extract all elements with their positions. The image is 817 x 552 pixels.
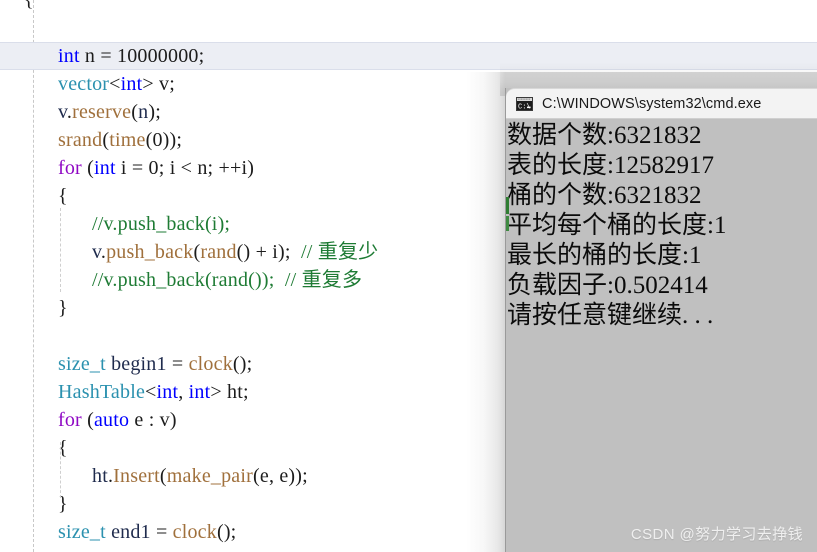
code-token: reserve bbox=[72, 101, 132, 123]
code-token: //v.push_back(rand()); // 重复多 bbox=[92, 269, 363, 291]
console-output-area[interactable]: 数据个数:6321832 表的长度:12582917 桶的个数:6321832 平均每… bbox=[506, 119, 817, 552]
code-token: (); bbox=[216, 521, 237, 543]
code-token: ); bbox=[148, 101, 161, 123]
code-token: rand bbox=[200, 241, 237, 263]
code-token: n = bbox=[79, 45, 117, 67]
code-token: srand bbox=[58, 129, 103, 151]
code-token: 10000000 bbox=[117, 45, 199, 67]
console-line: 最长的桶的长度:1 bbox=[507, 242, 702, 269]
code-token: vector bbox=[58, 73, 110, 95]
console-line: 平均每个桶的长度:1 bbox=[507, 212, 727, 239]
code-token: ( bbox=[81, 409, 94, 431]
code-token: ( bbox=[159, 465, 167, 487]
console-titlebar[interactable]: C:\ C:\WINDOWS\system32\cmd.exe bbox=[506, 88, 817, 119]
code-token: HashTable bbox=[58, 381, 146, 403]
code-token: 0 bbox=[152, 129, 163, 151]
code-token: clock bbox=[188, 353, 233, 375]
code-token: n bbox=[138, 101, 149, 123]
code-token: = bbox=[166, 353, 189, 375]
code-token: < bbox=[109, 73, 121, 95]
code-token: > ht; bbox=[210, 381, 249, 403]
console-line: 桶的个数:6321832 bbox=[507, 182, 702, 209]
console-cursor-artifact-2 bbox=[506, 216, 509, 231]
screenshot-root: { int n = 10000000; vector<int> v; v.reser… bbox=[0, 0, 817, 552]
code-token: push_back bbox=[106, 241, 194, 263]
code-token: int bbox=[93, 157, 116, 179]
code-token: { bbox=[58, 185, 68, 207]
console-cursor-artifact bbox=[506, 197, 509, 214]
code-token: ht bbox=[92, 465, 108, 487]
code-token: begin1 bbox=[111, 353, 167, 375]
code-line[interactable]: { bbox=[0, 0, 817, 14]
code-token: < bbox=[145, 381, 157, 403]
code-token: = bbox=[150, 521, 173, 543]
console-title-text: C:\WINDOWS\system32\cmd.exe bbox=[542, 96, 762, 112]
code-token: } bbox=[58, 297, 68, 319]
code-token: 0 bbox=[148, 157, 159, 179]
code-token: size_t bbox=[58, 521, 106, 543]
code-token: { bbox=[24, 0, 34, 11]
console-line: 数据个数:6321832 bbox=[507, 122, 702, 149]
code-token: int bbox=[58, 45, 80, 67]
code-token: int bbox=[156, 381, 179, 403]
code-token: size_t bbox=[58, 353, 106, 375]
code-token: (e, e)); bbox=[253, 465, 308, 487]
indent-guide bbox=[60, 208, 61, 292]
code-token: ; i < n; ++i) bbox=[158, 157, 255, 179]
code-token: ; bbox=[198, 45, 205, 67]
code-token: clock bbox=[172, 521, 217, 543]
code-token: e : v) bbox=[129, 409, 177, 431]
indent-guide bbox=[60, 442, 61, 498]
console-line: 表的长度:12582917 bbox=[507, 152, 714, 179]
code-token: ( bbox=[81, 157, 94, 179]
code-token: // 重复少 bbox=[301, 241, 379, 263]
code-token: for bbox=[58, 157, 82, 179]
code-token: v bbox=[58, 101, 67, 123]
code-token: for bbox=[58, 409, 82, 431]
code-token: int bbox=[188, 381, 211, 403]
code-line[interactable] bbox=[0, 14, 817, 42]
cmd-console-window[interactable]: C:\ C:\WINDOWS\system32\cmd.exe 数据个数:632… bbox=[505, 88, 817, 552]
console-line: 负载因子:0.502414 bbox=[507, 272, 708, 299]
code-token: //v.push_back(i); bbox=[92, 213, 231, 235]
code-line[interactable]: int n = 10000000; bbox=[0, 42, 817, 70]
code-token: v bbox=[92, 241, 101, 263]
console-line: 请按任意键继续. . . bbox=[507, 302, 714, 329]
cmd-console-icon: C:\ bbox=[516, 97, 533, 111]
code-token: (); bbox=[232, 353, 253, 375]
code-token: int bbox=[120, 73, 143, 95]
code-token: end1 bbox=[111, 521, 151, 543]
code-token: i = bbox=[115, 157, 149, 179]
code-token: time bbox=[109, 129, 146, 151]
code-token: )); bbox=[162, 129, 183, 151]
code-token: , bbox=[178, 381, 189, 403]
console-lines-container: 数据个数:6321832 表的长度:12582917 桶的个数:6321832 平均每… bbox=[506, 121, 817, 331]
code-token: auto bbox=[93, 409, 130, 431]
code-token: > v; bbox=[142, 73, 176, 95]
code-token: make_pair bbox=[166, 465, 254, 487]
code-token: () + i); bbox=[236, 241, 302, 263]
code-token: Insert bbox=[113, 465, 160, 487]
